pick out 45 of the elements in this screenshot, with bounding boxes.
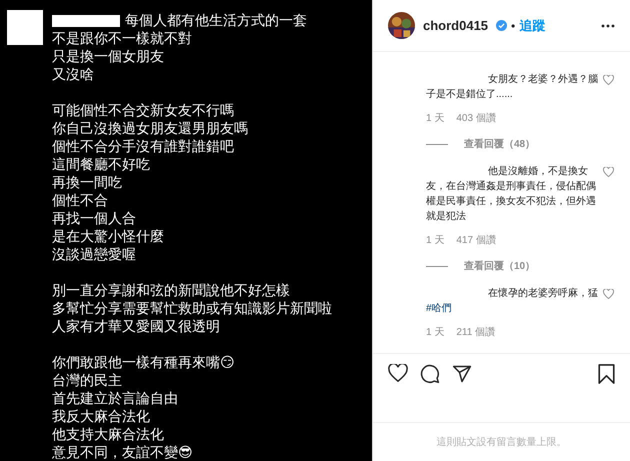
story-line: 不是跟你不一樣就不對 <box>52 30 193 48</box>
comment-icon[interactable] <box>420 364 440 384</box>
story-line: 意見不同，友誼不變😎 <box>52 444 194 461</box>
comment-text: 女朋友？老婆？外遇？腦子是不是錯位了...... <box>426 72 598 102</box>
story-line: 這間餐廳不好吃 <box>52 156 151 174</box>
story-line: 我反大麻合法化 <box>52 408 151 426</box>
like-count[interactable]: 211 個讚 <box>456 325 496 340</box>
hashtag-link[interactable]: #哈們 <box>426 303 452 314</box>
more-options-icon[interactable] <box>601 24 615 28</box>
avatar-placeholder <box>7 10 43 45</box>
comment-text: 他是沒離婚，不是換女友，在台灣通姦是刑事責任，侵佔配偶權是民事責任，換女友不犯法，但外遇就是犯法 <box>426 165 597 224</box>
comment-time: 1 天 <box>426 326 444 340</box>
story-line: 多幫忙分享需要幫忙救助或有知識影片新聞啦 <box>52 300 332 318</box>
story-line: 每個人都有他生活方式的一套 <box>125 12 307 30</box>
story-line: 再找一個人合 <box>52 210 137 228</box>
redaction-bar <box>52 15 120 27</box>
view-replies-link[interactable]: 查看回覆（48） <box>464 137 536 152</box>
heart-icon[interactable] <box>388 364 408 382</box>
story-line: 個性不合 <box>52 192 109 210</box>
comment-text: 在懷孕的老婆旁呼麻，猛 #哈們 <box>426 286 598 316</box>
story-line: 是在大驚小怪什麼 <box>52 228 165 246</box>
view-replies-link[interactable]: 查看回覆（10） <box>464 259 536 274</box>
story-line: 你自己沒換過女朋友還男朋友嗎 <box>52 120 249 138</box>
story-line: 別一直分享謝和弦的新聞說他不好怎樣 <box>52 282 291 300</box>
bookmark-icon[interactable] <box>598 364 615 384</box>
story-line: 他支持大麻合法化 <box>52 426 165 444</box>
like-count[interactable]: 417 個讚 <box>456 233 496 248</box>
story-line: 只是換一個女朋友 <box>52 48 165 66</box>
comment-time: 1 天 <box>426 234 444 248</box>
follow-link[interactable]: 追蹤 <box>519 16 546 36</box>
username[interactable]: chord0415 <box>423 16 488 36</box>
paper-plane-icon[interactable] <box>452 364 472 384</box>
like-count[interactable]: 403 個讚 <box>456 111 496 126</box>
story-line: 台灣的民主 <box>52 372 123 390</box>
comment-time: 1 天 <box>426 112 444 126</box>
story-line: 再換一間吃 <box>52 174 123 192</box>
separator-dot: • <box>511 18 516 34</box>
story-line: 沒談過戀愛喔 <box>52 246 137 264</box>
comment-limit-notice: 這則貼文設有留言數量上限。 <box>436 436 566 450</box>
story-line: 個性不合分手沒有誰對誰錯吧 <box>52 138 235 156</box>
story-line: 你們敢跟他一樣有種再來嘴😏 <box>52 354 236 372</box>
story-line: 首先建立於言論自由 <box>52 390 179 408</box>
story-line: 可能個性不合交新女友不行嗎 <box>52 102 235 120</box>
story-line: 人家有才華又愛國又很透明 <box>52 318 221 336</box>
story-line: 又沒啥 <box>52 66 95 84</box>
